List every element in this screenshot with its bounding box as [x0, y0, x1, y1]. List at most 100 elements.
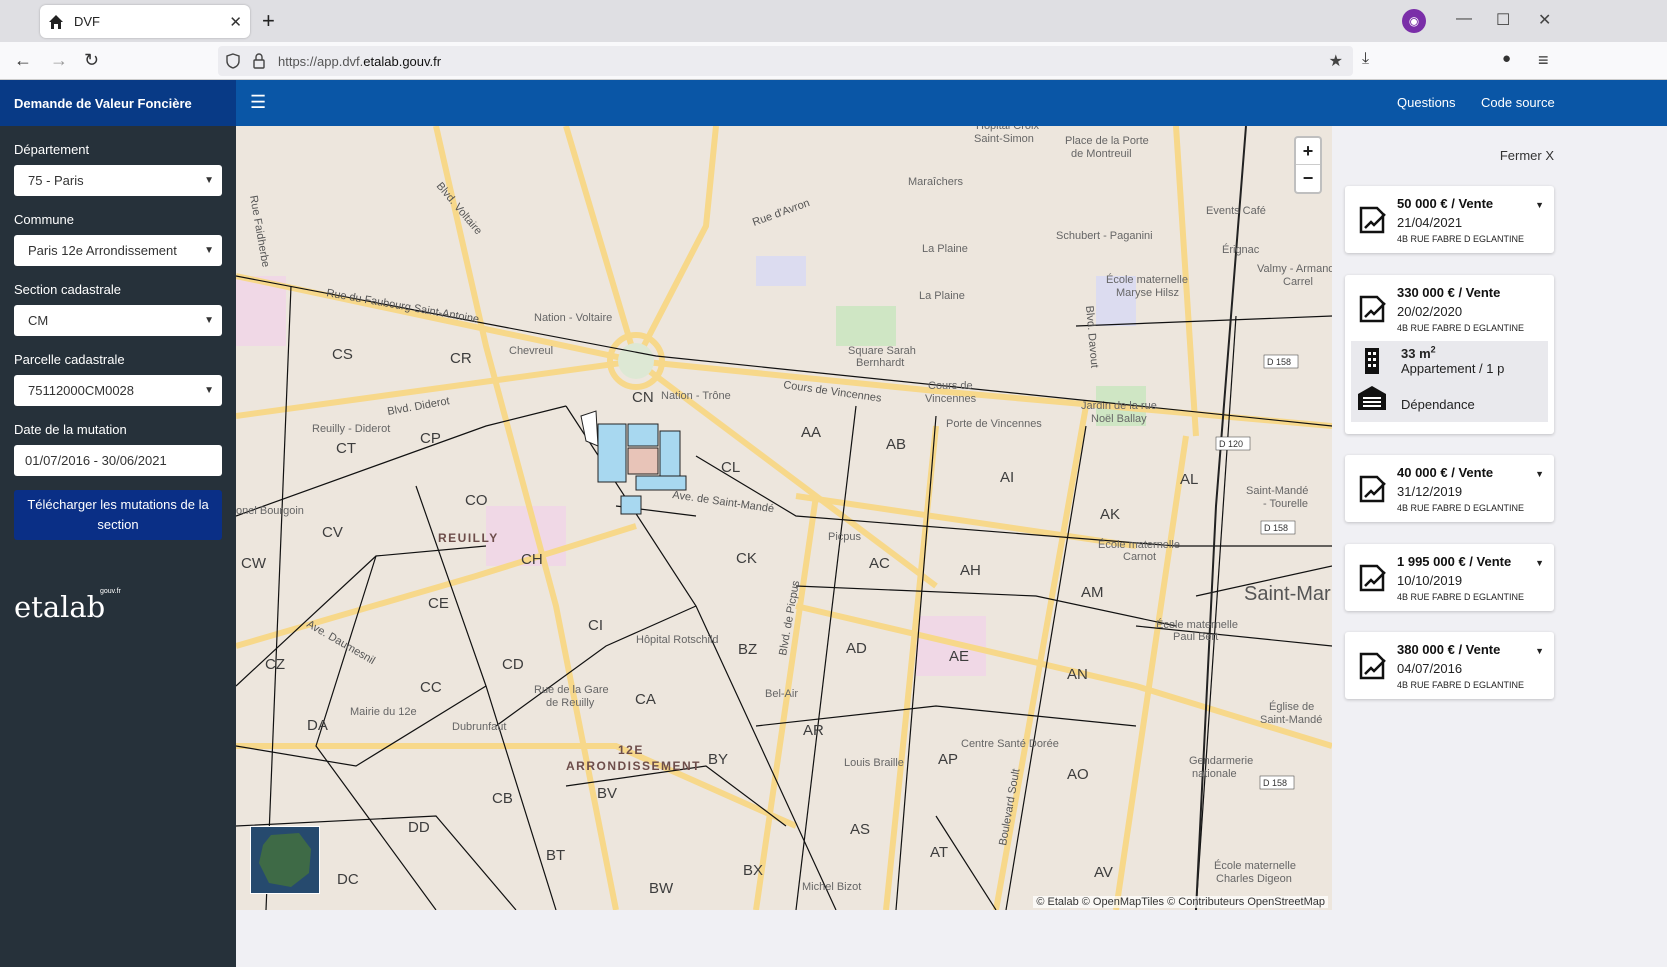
mutation-price: 50 000 € / Vente — [1397, 196, 1494, 211]
mutations-panel: Fermer X 50 000 € / Vente 21/04/2021 4B … — [1332, 126, 1567, 910]
commune-label: Commune — [14, 212, 74, 227]
extension-icon[interactable]: ● — [1502, 50, 1511, 67]
reload-icon[interactable]: ↻ — [84, 50, 99, 71]
new-tab-button[interactable]: + — [262, 8, 275, 34]
date-range-input[interactable]: 01/07/2016 - 30/06/2021 — [14, 445, 222, 476]
svg-text:Events Café: Events Café — [1206, 205, 1266, 217]
svg-text:CH: CH — [521, 551, 543, 568]
close-window-button[interactable]: ✕ — [1538, 10, 1551, 30]
caret-down-icon[interactable]: ▼ — [1535, 469, 1544, 479]
svg-text:AN: AN — [1067, 666, 1088, 683]
browser-tab-bar: DVF ✕ + ◉ — ☐ ✕ — [0, 0, 1667, 42]
svg-text:Rue d'Avron: Rue d'Avron — [751, 197, 811, 229]
svg-text:CT: CT — [336, 440, 356, 457]
svg-text:DC: DC — [337, 871, 359, 888]
svg-text:AA: AA — [801, 424, 821, 441]
mutation-card[interactable]: 50 000 € / Vente 21/04/2021 4B RUE FABRE… — [1345, 186, 1554, 253]
maximize-window-button[interactable]: ☐ — [1496, 10, 1510, 30]
svg-text:Noël Ballay: Noël Ballay — [1091, 413, 1147, 425]
svg-text:AI: AI — [1000, 469, 1014, 486]
app-header: Demande de Valeur Foncière ☰ Questions C… — [0, 80, 1667, 126]
svg-text:Schubert - Paganini: Schubert - Paganini — [1056, 230, 1153, 242]
cadastral-map[interactable]: CS CR CN CP CT CO CV CW CH CE CZ CD CC CI CA DA DD C… — [236, 126, 1332, 910]
svg-text:AV: AV — [1094, 864, 1113, 881]
hamburger-menu-icon[interactable]: ☰ — [250, 92, 266, 113]
departement-select[interactable]: 75 - Paris ▼ — [14, 165, 222, 196]
svg-text:CW: CW — [241, 555, 267, 572]
parcelle-select[interactable]: 75112000CM0028 ▼ — [14, 375, 222, 406]
lock-icon — [253, 53, 265, 69]
download-mutations-button[interactable]: Télécharger les mutations de la section — [14, 490, 222, 540]
svg-text:BX: BX — [743, 862, 763, 879]
close-tab-icon[interactable]: ✕ — [229, 13, 242, 31]
svg-text:AB: AB — [886, 436, 906, 453]
svg-text:AH: AH — [960, 562, 981, 579]
bookmark-star-icon[interactable]: ★ — [1329, 51, 1343, 71]
close-panel-button[interactable]: Fermer X — [1500, 148, 1554, 163]
etalab-logo[interactable]: etalab gouv.fr — [14, 588, 222, 624]
svg-text:École maternelle: École maternelle — [1156, 618, 1238, 631]
svg-text:D 158: D 158 — [1263, 778, 1287, 788]
zoom-in-button[interactable]: + — [1296, 138, 1320, 165]
source-code-link[interactable]: Code source — [1481, 95, 1555, 110]
questions-link[interactable]: Questions — [1397, 95, 1456, 110]
svg-text:CI: CI — [588, 617, 603, 634]
svg-text:École maternelle: École maternelle — [1106, 273, 1188, 286]
browser-tab[interactable]: DVF ✕ — [40, 5, 250, 38]
svg-text:Maryse Hilsz: Maryse Hilsz — [1116, 287, 1179, 299]
svg-text:AD: AD — [846, 640, 867, 657]
zoom-out-button[interactable]: − — [1296, 165, 1320, 192]
departement-value: 75 - Paris — [28, 173, 84, 188]
app-brand[interactable]: Demande de Valeur Foncière — [0, 80, 236, 126]
svg-text:CV: CV — [322, 524, 343, 541]
minimize-window-button[interactable]: — — [1456, 10, 1472, 28]
caret-down-icon[interactable]: ▼ — [1535, 646, 1544, 656]
contract-sign-icon — [1359, 475, 1386, 503]
menu-icon[interactable]: ≡ — [1538, 50, 1549, 71]
lot-surface: 33 m — [1401, 346, 1431, 362]
svg-text:AO: AO — [1067, 766, 1089, 783]
caret-down-icon[interactable]: ▼ — [1535, 200, 1544, 210]
mutation-address: 4B RUE FABRE D EGLANTINE — [1397, 323, 1525, 333]
caret-down-icon[interactable]: ▼ — [1535, 558, 1544, 568]
commune-select[interactable]: Paris 12e Arrondissement ▼ — [14, 235, 222, 266]
minimap-toggle[interactable] — [250, 826, 320, 894]
private-browsing-icon[interactable]: ◉ — [1402, 9, 1426, 33]
svg-text:Saint-Simon: Saint-Simon — [974, 133, 1034, 145]
mutation-card[interactable]: 380 000 € / Vente 04/07/2016 4B RUE FABR… — [1345, 632, 1554, 699]
svg-text:Hôpital Rotschild: Hôpital Rotschild — [636, 634, 719, 646]
lot-surface-sup: 2 — [1430, 345, 1436, 355]
mutation-price: 380 000 € / Vente — [1397, 642, 1501, 657]
mutation-card-expanded[interactable]: 330 000 € / Vente 20/02/2020 4B RUE FABR… — [1345, 275, 1554, 434]
forward-arrow-icon[interactable]: → — [50, 50, 68, 71]
home-icon — [49, 14, 63, 29]
svg-text:Place de la Porte: Place de la Porte — [1065, 135, 1149, 147]
mutation-address: 4B RUE FABRE D EGLANTINE — [1397, 592, 1525, 602]
svg-text:AE: AE — [949, 648, 969, 665]
back-arrow-icon[interactable]: ← — [14, 50, 32, 71]
svg-text:Porte de Vincennes: Porte de Vincennes — [946, 418, 1042, 430]
section-label: Section cadastrale — [14, 282, 121, 297]
mutation-date: 20/02/2020 — [1397, 304, 1463, 319]
svg-text:AK: AK — [1100, 506, 1120, 523]
map-canvas: CS CR CN CP CT CO CV CW CH CE CZ CD CC CI CA DA DD C… — [236, 126, 1332, 910]
mutation-card[interactable]: 1 995 000 € / Vente 10/10/2019 4B RUE FA… — [1345, 544, 1554, 611]
svg-text:Michel Bizot: Michel Bizot — [802, 881, 861, 893]
contract-sign-icon — [1359, 295, 1386, 323]
svg-text:onel Bourgoin: onel Bourgoin — [236, 505, 304, 517]
lot-row: Dépendance — [1357, 382, 1542, 412]
section-value: CM — [28, 313, 49, 328]
departement-label: Département — [14, 142, 90, 157]
address-bar[interactable]: https://app.dvf.etalab.gouv.fr ★ — [218, 46, 1353, 76]
mutation-card[interactable]: 40 000 € / Vente 31/12/2019 4B RUE FABRE… — [1345, 455, 1554, 522]
lot-type: Dépendance — [1401, 397, 1475, 413]
tab-title: DVF — [74, 14, 100, 29]
svg-text:Gendarmerie: Gendarmerie — [1189, 755, 1253, 767]
svg-text:CE: CE — [428, 595, 449, 612]
chevron-down-icon: ▼ — [204, 245, 214, 256]
download-icon[interactable]: ⤓ — [1362, 50, 1369, 68]
section-select[interactable]: CM ▼ — [14, 305, 222, 336]
svg-text:Rue de la Gare: Rue de la Gare — [534, 684, 609, 696]
svg-text:Valmy - Armand: Valmy - Armand — [1257, 263, 1332, 275]
svg-text:Bernhardt: Bernhardt — [856, 357, 904, 369]
